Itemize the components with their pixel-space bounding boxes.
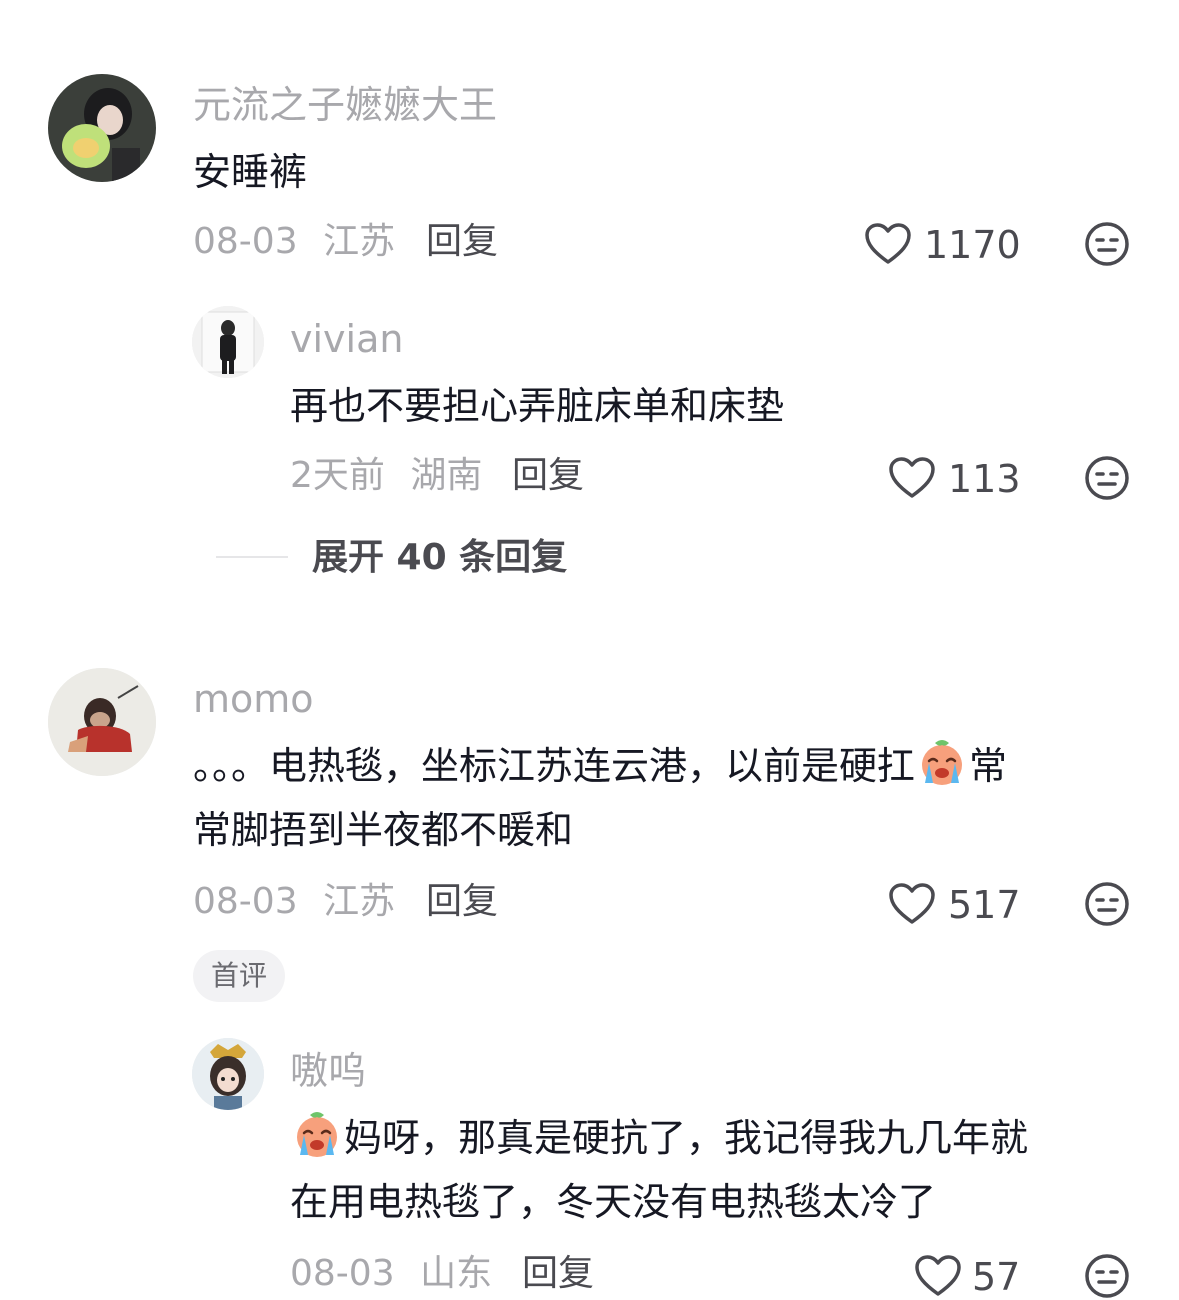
avatar[interactable]	[48, 668, 156, 776]
first-comment-badge: 首评	[193, 950, 286, 1002]
expand-replies-label[interactable]: 展开 40 条回复	[312, 540, 567, 576]
reply-username[interactable]: 嗷呜	[290, 1052, 366, 1090]
reply-date: 08-03 山东	[290, 1256, 492, 1292]
divider-line	[216, 556, 288, 558]
reply-username[interactable]: vivian	[290, 320, 403, 358]
date-text: 08-03	[193, 881, 298, 922]
avatar-image	[192, 306, 264, 378]
comment-text: 。。。电热毯，坐标江苏连云港，以前是硬扛 常 常脚捂到半夜都不暖和	[193, 734, 1113, 862]
meh-face-icon[interactable]	[1084, 455, 1130, 501]
reply-text: 再也不要担心弄脏床单和床垫	[290, 384, 785, 428]
reply-date: 2天前 湖南	[290, 458, 482, 494]
avatar[interactable]	[192, 306, 264, 378]
comment-date: 08-03 江苏	[193, 224, 395, 260]
reply-text-part: 在用电热毯了，冬天没有电热毯太冷了	[290, 1180, 937, 1224]
comment-text-part: 常	[969, 744, 1008, 788]
comment-text-part: 常脚捂到半夜都不暖和	[193, 808, 574, 852]
comment-date: 08-03 江苏	[193, 884, 395, 920]
location-text: 江苏	[323, 221, 396, 262]
date-text: 08-03	[193, 221, 298, 262]
location-text: 山东	[420, 1253, 493, 1294]
like-count: 113	[948, 457, 1021, 501]
reply-button[interactable]: 回复	[426, 884, 498, 920]
meh-face-icon[interactable]	[1084, 221, 1130, 267]
heart-outline-icon[interactable]	[888, 456, 936, 500]
heart-outline-icon[interactable]	[914, 1254, 962, 1298]
like-count: 517	[948, 883, 1021, 927]
crying-face-emoji	[922, 740, 963, 785]
meh-face-icon[interactable]	[1084, 1253, 1130, 1299]
date-text: 08-03	[290, 1253, 395, 1294]
crying-face-emoji	[297, 1112, 337, 1157]
like-count: 1170	[924, 223, 1021, 267]
avatar[interactable]	[48, 74, 156, 182]
comment-text-part: 。。。电热毯，坐标江苏连云港，以前是硬扛	[193, 744, 916, 788]
location-text: 江苏	[323, 881, 396, 922]
reply-button[interactable]: 回复	[522, 1256, 594, 1292]
heart-outline-icon[interactable]	[864, 222, 912, 266]
reply-text-part: 妈呀，那真是硬抗了，我记得我九几年就	[344, 1116, 1029, 1160]
reply-button[interactable]: 回复	[426, 224, 498, 260]
avatar-image	[48, 668, 156, 776]
location-text: 湖南	[410, 455, 483, 496]
like-count: 57	[972, 1255, 1021, 1299]
comment-username[interactable]: momo	[193, 680, 314, 718]
date-text: 2天前	[290, 455, 385, 496]
meh-face-icon[interactable]	[1084, 881, 1130, 927]
reply-text: 妈呀，那真是硬抗了，我记得我九几年就 在用电热毯了，冬天没有电热毯太冷了	[290, 1106, 1120, 1234]
comment-text: 安睡裤	[193, 150, 308, 194]
reply-button[interactable]: 回复	[512, 458, 584, 494]
comment-username[interactable]: 元流之子嬷嬷大王	[193, 86, 497, 124]
avatar-image	[192, 1038, 264, 1110]
avatar[interactable]	[192, 1038, 264, 1110]
heart-outline-icon[interactable]	[888, 882, 936, 926]
avatar-image	[48, 74, 156, 182]
